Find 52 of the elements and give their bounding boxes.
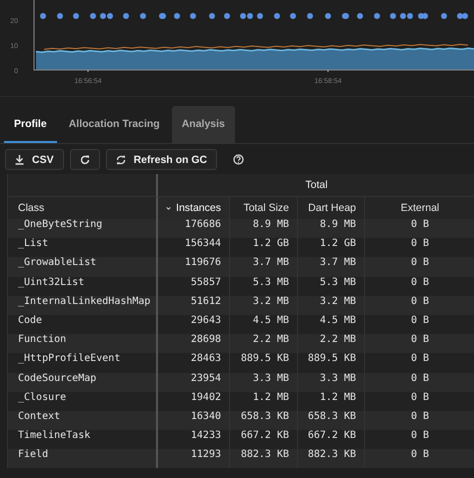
table-cell: 0 B: [364, 219, 474, 238]
table-cell: 0 B: [364, 449, 474, 468]
column-group-header: Total: [156, 174, 474, 197]
table-cell: Context: [8, 410, 156, 430]
table-cell: Function: [8, 334, 156, 354]
table-cell: CodeSourceMap: [8, 372, 156, 392]
table-cell: 23954: [156, 372, 229, 392]
table-cell: 176686: [156, 219, 229, 238]
column-header[interactable]: Dart Heap: [297, 197, 364, 219]
table-cell: 3.3 MB: [297, 372, 364, 392]
table-cell: Field: [8, 449, 156, 468]
table-cell: 3.2 MB: [229, 296, 297, 315]
column-header[interactable]: Total Size: [229, 197, 297, 219]
refresh-button[interactable]: [70, 149, 100, 170]
table-cell: _GrowableList: [8, 257, 156, 277]
column-header[interactable]: Instances: [156, 197, 229, 219]
table-cell: 882.3 KB: [229, 449, 297, 468]
download-icon: [15, 154, 24, 164]
refresh-icon: [80, 154, 90, 164]
table-cell: 3.7 MB: [229, 257, 297, 277]
cycle-icon: [116, 154, 126, 164]
table-cell: 16340: [156, 410, 229, 430]
help-icon: [233, 154, 244, 165]
table-cell: 8.9 MB: [297, 219, 364, 238]
table-cell: 0 B: [364, 372, 474, 392]
tab[interactable]: Analysis: [172, 106, 235, 143]
table-cell: 3.7 MB: [297, 257, 364, 277]
refresh-on-gc-button[interactable]: Refresh on GC: [106, 149, 218, 170]
table-cell: 0 B: [364, 257, 474, 277]
table-cell: 119676: [156, 257, 229, 277]
table-cell: 658.3 KB: [297, 410, 364, 430]
table-cell: 0 B: [364, 296, 474, 315]
column-header[interactable]: Class: [8, 197, 156, 219]
tab[interactable]: Allocation Tracing: [58, 106, 170, 143]
table-cell: _InternalLinkedHashMap: [8, 296, 156, 315]
table-cell: 2.2 MB: [297, 334, 364, 354]
table-cell: 0 B: [364, 410, 474, 430]
table-cell: 28698: [156, 334, 229, 354]
table-cell: 882.3 KB: [297, 449, 364, 468]
tab[interactable]: Profile: [4, 106, 57, 143]
table-cell: 11293: [156, 449, 229, 468]
csv-button[interactable]: CSV: [5, 149, 64, 170]
table-cell: 51612: [156, 296, 229, 315]
table-cell: 8.9 MB: [229, 219, 297, 238]
table-cell: 3.3 MB: [229, 372, 297, 392]
table-cell: 3.2 MB: [297, 296, 364, 315]
table-cell: 658.3 KB: [229, 410, 297, 430]
table-cell: 2.2 MB: [229, 334, 297, 354]
table-cell: _OneByteString: [8, 219, 156, 238]
sort-chevron-icon: [166, 206, 172, 210]
table-cell: 0 B: [364, 334, 474, 354]
column-header[interactable]: External: [364, 197, 474, 219]
